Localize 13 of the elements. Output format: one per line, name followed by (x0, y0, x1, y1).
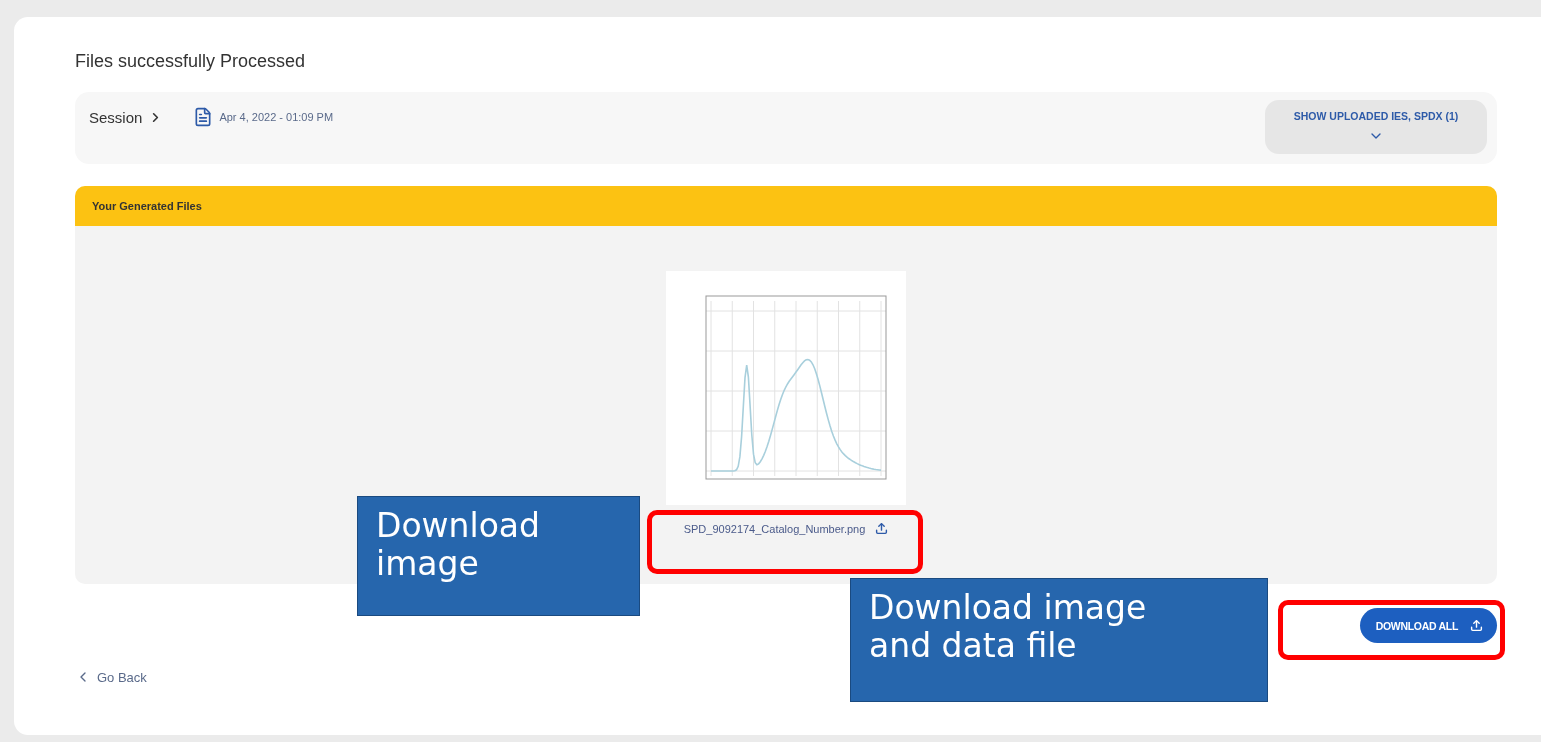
document-icon (193, 107, 214, 127)
session-link[interactable]: Session (89, 109, 164, 126)
session-date: Apr 4, 2022 - 01:09 PM (219, 111, 334, 123)
show-uploaded-button[interactable]: SHOW UPLOADED IES, SPDX (1) (1265, 100, 1487, 154)
file-download-link[interactable]: SPD_9092174_Catalog_Number.png (683, 522, 889, 535)
page-title: Files successfully Processed (75, 51, 307, 72)
go-back-link[interactable]: Go Back (75, 669, 147, 685)
callout-label: Download image (357, 496, 640, 616)
panel-header: Your Generated Files (75, 186, 1497, 226)
callout-label: Download image and data file (850, 578, 1268, 702)
upload-icon (1470, 619, 1483, 632)
upload-icon (875, 522, 889, 535)
download-all-button[interactable]: DOWNLOAD ALL (1359, 608, 1497, 643)
